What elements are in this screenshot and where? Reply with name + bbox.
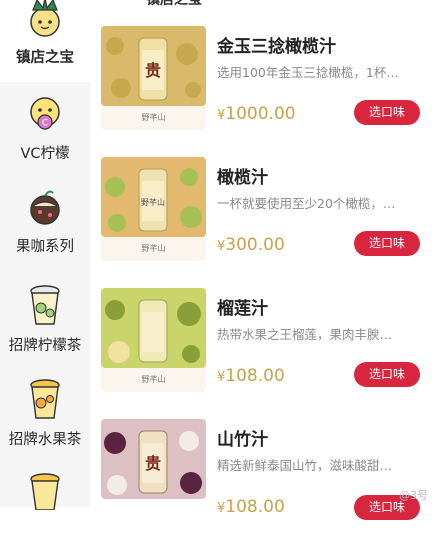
svg-text:C: C — [42, 119, 48, 129]
category-item-vc-lemon[interactable]: C VC柠檬 — [0, 92, 90, 172]
category-item-fruit-tea[interactable]: 招牌水果茶 — [0, 376, 90, 458]
category-label: 镇店之宝 — [16, 50, 74, 66]
product-image-brand: 野芊山 — [101, 368, 206, 392]
product-card[interactable]: 野芊山 榴莲汁 热带水果之王榴莲，果肉丰腴… ¥108.00 选口味 — [90, 288, 440, 418]
svg-text:野芊山: 野芊山 — [141, 197, 165, 207]
choose-flavor-button[interactable]: 选口味 — [354, 362, 420, 387]
product-name: 山竹汁 — [217, 430, 268, 450]
choose-flavor-button[interactable]: 选口味 — [354, 100, 420, 125]
product-description: 精选新鲜泰国山竹，滋味酸甜… — [217, 458, 393, 473]
product-card[interactable]: 贵 山竹汁 精选新鲜泰国山竹，滋味酸甜… ¥108.00 选口味 — [90, 419, 440, 549]
fruit-coffee-icon — [30, 190, 60, 225]
lemon-mascot-icon: C — [30, 97, 60, 130]
mangosteen-juice-image: 贵 — [101, 419, 206, 499]
category-sidebar: 镇店之宝 C VC柠檬 果咖系列 招牌柠檬茶 招牌水果茶 — [0, 0, 90, 510]
olive-juice-image: 野芊山 — [101, 157, 206, 237]
product-card[interactable]: 贵 野芊山 金玉三捻橄榄汁 选用100年金玉三捻橄榄，1杯… ¥1000.00 … — [90, 26, 440, 156]
watermark: @3号 — [399, 489, 428, 502]
olive-juice-image: 贵 — [101, 26, 206, 106]
product-price: ¥300.00 — [217, 235, 285, 255]
category-label: 招牌水果茶 — [8, 432, 82, 448]
durian-juice-image — [101, 288, 206, 368]
category-label: 果咖系列 — [16, 239, 74, 255]
svg-text:贵: 贵 — [145, 454, 161, 473]
product-price: ¥108.00 — [217, 366, 285, 386]
product-image[interactable] — [101, 288, 206, 368]
product-image-brand: 野芊山 — [101, 237, 206, 261]
choose-flavor-button[interactable]: 选口味 — [354, 231, 420, 256]
category-label: VC柠檬 — [20, 146, 70, 162]
fruit-tea-cup-icon — [30, 379, 60, 419]
product-description: 热带水果之王榴莲，果肉丰腴… — [217, 327, 393, 342]
category-label: 招牌柠檬茶 — [8, 338, 82, 354]
product-image[interactable]: 贵 — [101, 419, 206, 499]
product-name: 橄榄汁 — [217, 168, 268, 188]
svg-text:贵: 贵 — [145, 61, 161, 80]
category-item-zhendianzhibao[interactable]: 镇店之宝 — [0, 0, 90, 82]
product-description: 一杯就要使用至少20个橄榄，… — [217, 196, 396, 211]
lemon-tea-cup-icon — [30, 285, 60, 325]
product-name: 榴莲汁 — [217, 299, 268, 319]
product-price: ¥1000.00 — [217, 104, 296, 124]
section-title: 镇店之宝 — [146, 0, 202, 8]
product-description: 选用100年金玉三捻橄榄，1杯… — [217, 65, 399, 80]
product-price: ¥108.00 — [217, 497, 285, 517]
product-name: 金玉三捻橄榄汁 — [217, 37, 336, 57]
product-card[interactable]: 野芊山 野芊山 橄榄汁 一杯就要使用至少20个橄榄，… ¥300.00 选口味 — [90, 157, 440, 287]
drink-cup-icon — [30, 473, 60, 510]
category-item-partial[interactable] — [0, 470, 90, 510]
product-image[interactable]: 贵 — [101, 26, 206, 106]
crowned-mascot-icon — [30, 0, 60, 37]
product-image[interactable]: 野芊山 — [101, 157, 206, 237]
category-item-lemon-tea[interactable]: 招牌柠檬茶 — [0, 282, 90, 364]
category-item-fruit-coffee[interactable]: 果咖系列 — [0, 185, 90, 267]
product-image-brand: 野芊山 — [101, 106, 206, 130]
